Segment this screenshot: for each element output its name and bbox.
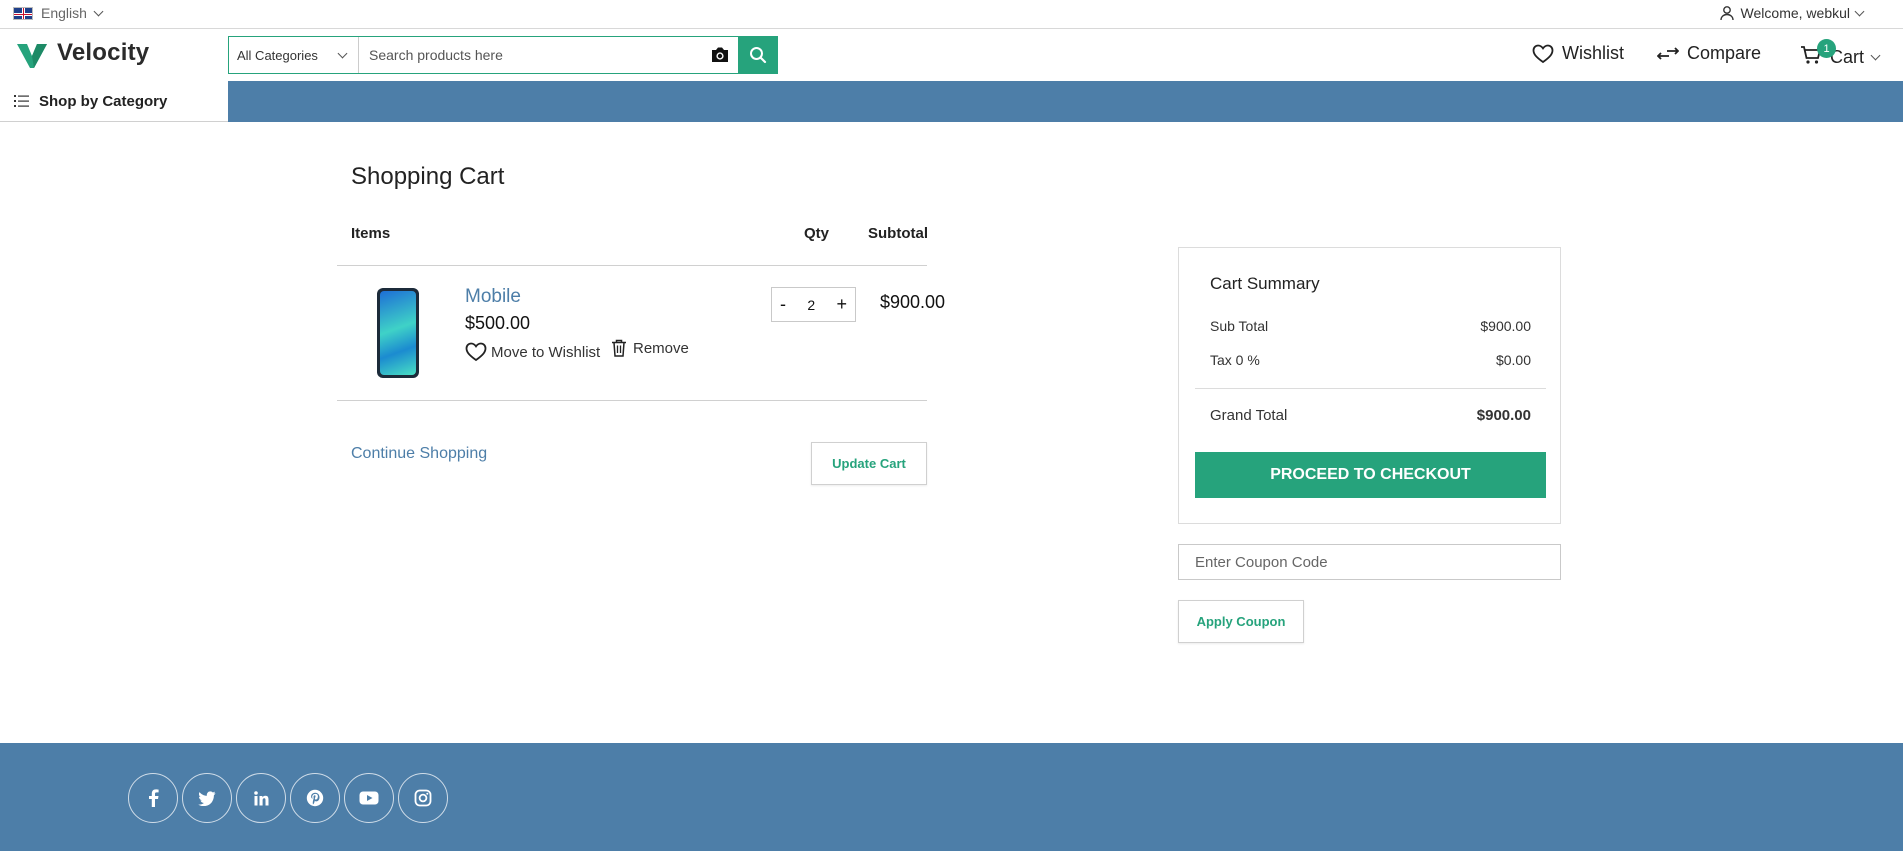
facebook-icon <box>149 789 159 807</box>
sub-total-label: Sub Total <box>1210 318 1269 334</box>
sub-total-value: $900.00 <box>1480 318 1531 334</box>
grand-total-value: $900.00 <box>1476 407 1531 424</box>
qty-column-header: Qty <box>804 225 830 242</box>
camera-icon <box>712 47 728 62</box>
compare-link[interactable]: Compare <box>1657 43 1761 64</box>
qty-value[interactable]: 2 <box>807 297 815 313</box>
divider <box>337 400 927 401</box>
youtube-icon <box>359 791 379 805</box>
update-cart-button[interactable]: Update Cart <box>811 442 927 485</box>
category-select[interactable]: All Categories <box>229 37 359 73</box>
compare-icon <box>1657 46 1679 60</box>
chevron-down-icon <box>1854 6 1865 16</box>
chevron-down-icon <box>337 48 348 58</box>
cart-link[interactable]: 1 Cart <box>1800 39 1881 70</box>
chevron-down-icon <box>93 6 104 16</box>
chevron-down-icon <box>1870 50 1881 61</box>
coupon-code-input[interactable] <box>1178 544 1561 580</box>
grand-total-label: Grand Total <box>1210 407 1288 424</box>
user-icon <box>1719 6 1734 21</box>
cart-count-badge: 1 <box>1817 39 1836 58</box>
cart-summary-panel: Cart Summary Sub Total $900.00 Tax 0 % $… <box>1178 247 1561 524</box>
divider <box>1195 388 1546 389</box>
product-price: $500.00 <box>465 313 531 333</box>
tax-value: $0.00 <box>1495 352 1531 368</box>
linkedin-icon <box>253 790 268 805</box>
grand-total-row: Grand Total $900.00 <box>1210 407 1531 424</box>
account-menu[interactable]: Welcome, webkul <box>1719 5 1865 21</box>
brand-name: Velocity <box>57 39 150 66</box>
subtotal-column-header: Subtotal <box>868 225 928 242</box>
facebook-link[interactable] <box>128 773 178 823</box>
heart-icon <box>465 342 487 362</box>
search-input[interactable] <box>359 37 702 73</box>
product-name-link[interactable]: Mobile <box>465 286 521 308</box>
site-header: Velocity All Categories Wishlist Compare… <box>0 29 1903 81</box>
logo[interactable]: Velocity <box>15 36 149 70</box>
youtube-link[interactable] <box>344 773 394 823</box>
item-subtotal: $900.00 <box>880 292 946 312</box>
uk-flag-icon <box>13 6 33 20</box>
pinterest-icon <box>306 789 324 807</box>
linkedin-link[interactable] <box>236 773 286 823</box>
top-bar: English Welcome, webkul <box>0 0 1903 29</box>
sub-total-row: Sub Total $900.00 <box>1210 318 1531 334</box>
remove-label: Remove <box>633 339 689 357</box>
compare-label: Compare <box>1687 43 1762 63</box>
language-selector[interactable]: English <box>13 5 104 21</box>
search-button[interactable] <box>738 36 778 74</box>
continue-shopping-link[interactable]: Continue Shopping <box>351 445 487 463</box>
wishlist-link[interactable]: Wishlist <box>1532 43 1624 64</box>
instagram-icon <box>414 789 432 807</box>
move-to-wishlist-label: Move to Wishlist <box>491 343 601 361</box>
camera-search-button[interactable] <box>702 37 738 73</box>
cart-summary-title: Cart Summary <box>1210 274 1320 293</box>
divider <box>337 265 927 266</box>
items-column-header: Items <box>351 225 391 242</box>
velocity-logo-icon <box>17 44 47 68</box>
welcome-text: Welcome, webkul <box>1740 5 1850 21</box>
site-footer <box>0 743 1903 851</box>
tax-row: Tax 0 % $0.00 <box>1210 352 1531 368</box>
shop-by-category-menu[interactable]: Shop by Category <box>0 81 228 122</box>
instagram-link[interactable] <box>398 773 448 823</box>
category-nav-bar <box>228 81 1903 122</box>
proceed-to-checkout-button[interactable]: PROCEED TO CHECKOUT <box>1195 452 1546 498</box>
twitter-link[interactable] <box>182 773 232 823</box>
move-to-wishlist-button[interactable]: Move to Wishlist <box>465 342 600 362</box>
list-icon <box>14 95 29 107</box>
decrease-qty-button[interactable]: - <box>780 294 786 315</box>
heart-icon <box>1532 44 1554 63</box>
twitter-icon <box>198 790 216 806</box>
shop-by-category-label: Shop by Category <box>39 92 168 110</box>
apply-coupon-button[interactable]: Apply Coupon <box>1178 600 1304 643</box>
trash-icon <box>612 339 626 357</box>
quantity-stepper: - 2 + <box>771 287 856 322</box>
increase-qty-button[interactable]: + <box>836 294 847 315</box>
page-title: Shopping Cart <box>351 163 505 190</box>
category-select-value: All Categories <box>237 47 318 63</box>
search-bar: All Categories <box>228 36 778 74</box>
language-label: English <box>41 5 87 21</box>
tax-label: Tax 0 % <box>1210 352 1260 368</box>
search-icon <box>750 47 767 64</box>
pinterest-link[interactable] <box>290 773 340 823</box>
product-image[interactable] <box>377 288 419 378</box>
remove-item-button[interactable]: Remove <box>611 339 689 357</box>
wishlist-label: Wishlist <box>1562 43 1624 63</box>
